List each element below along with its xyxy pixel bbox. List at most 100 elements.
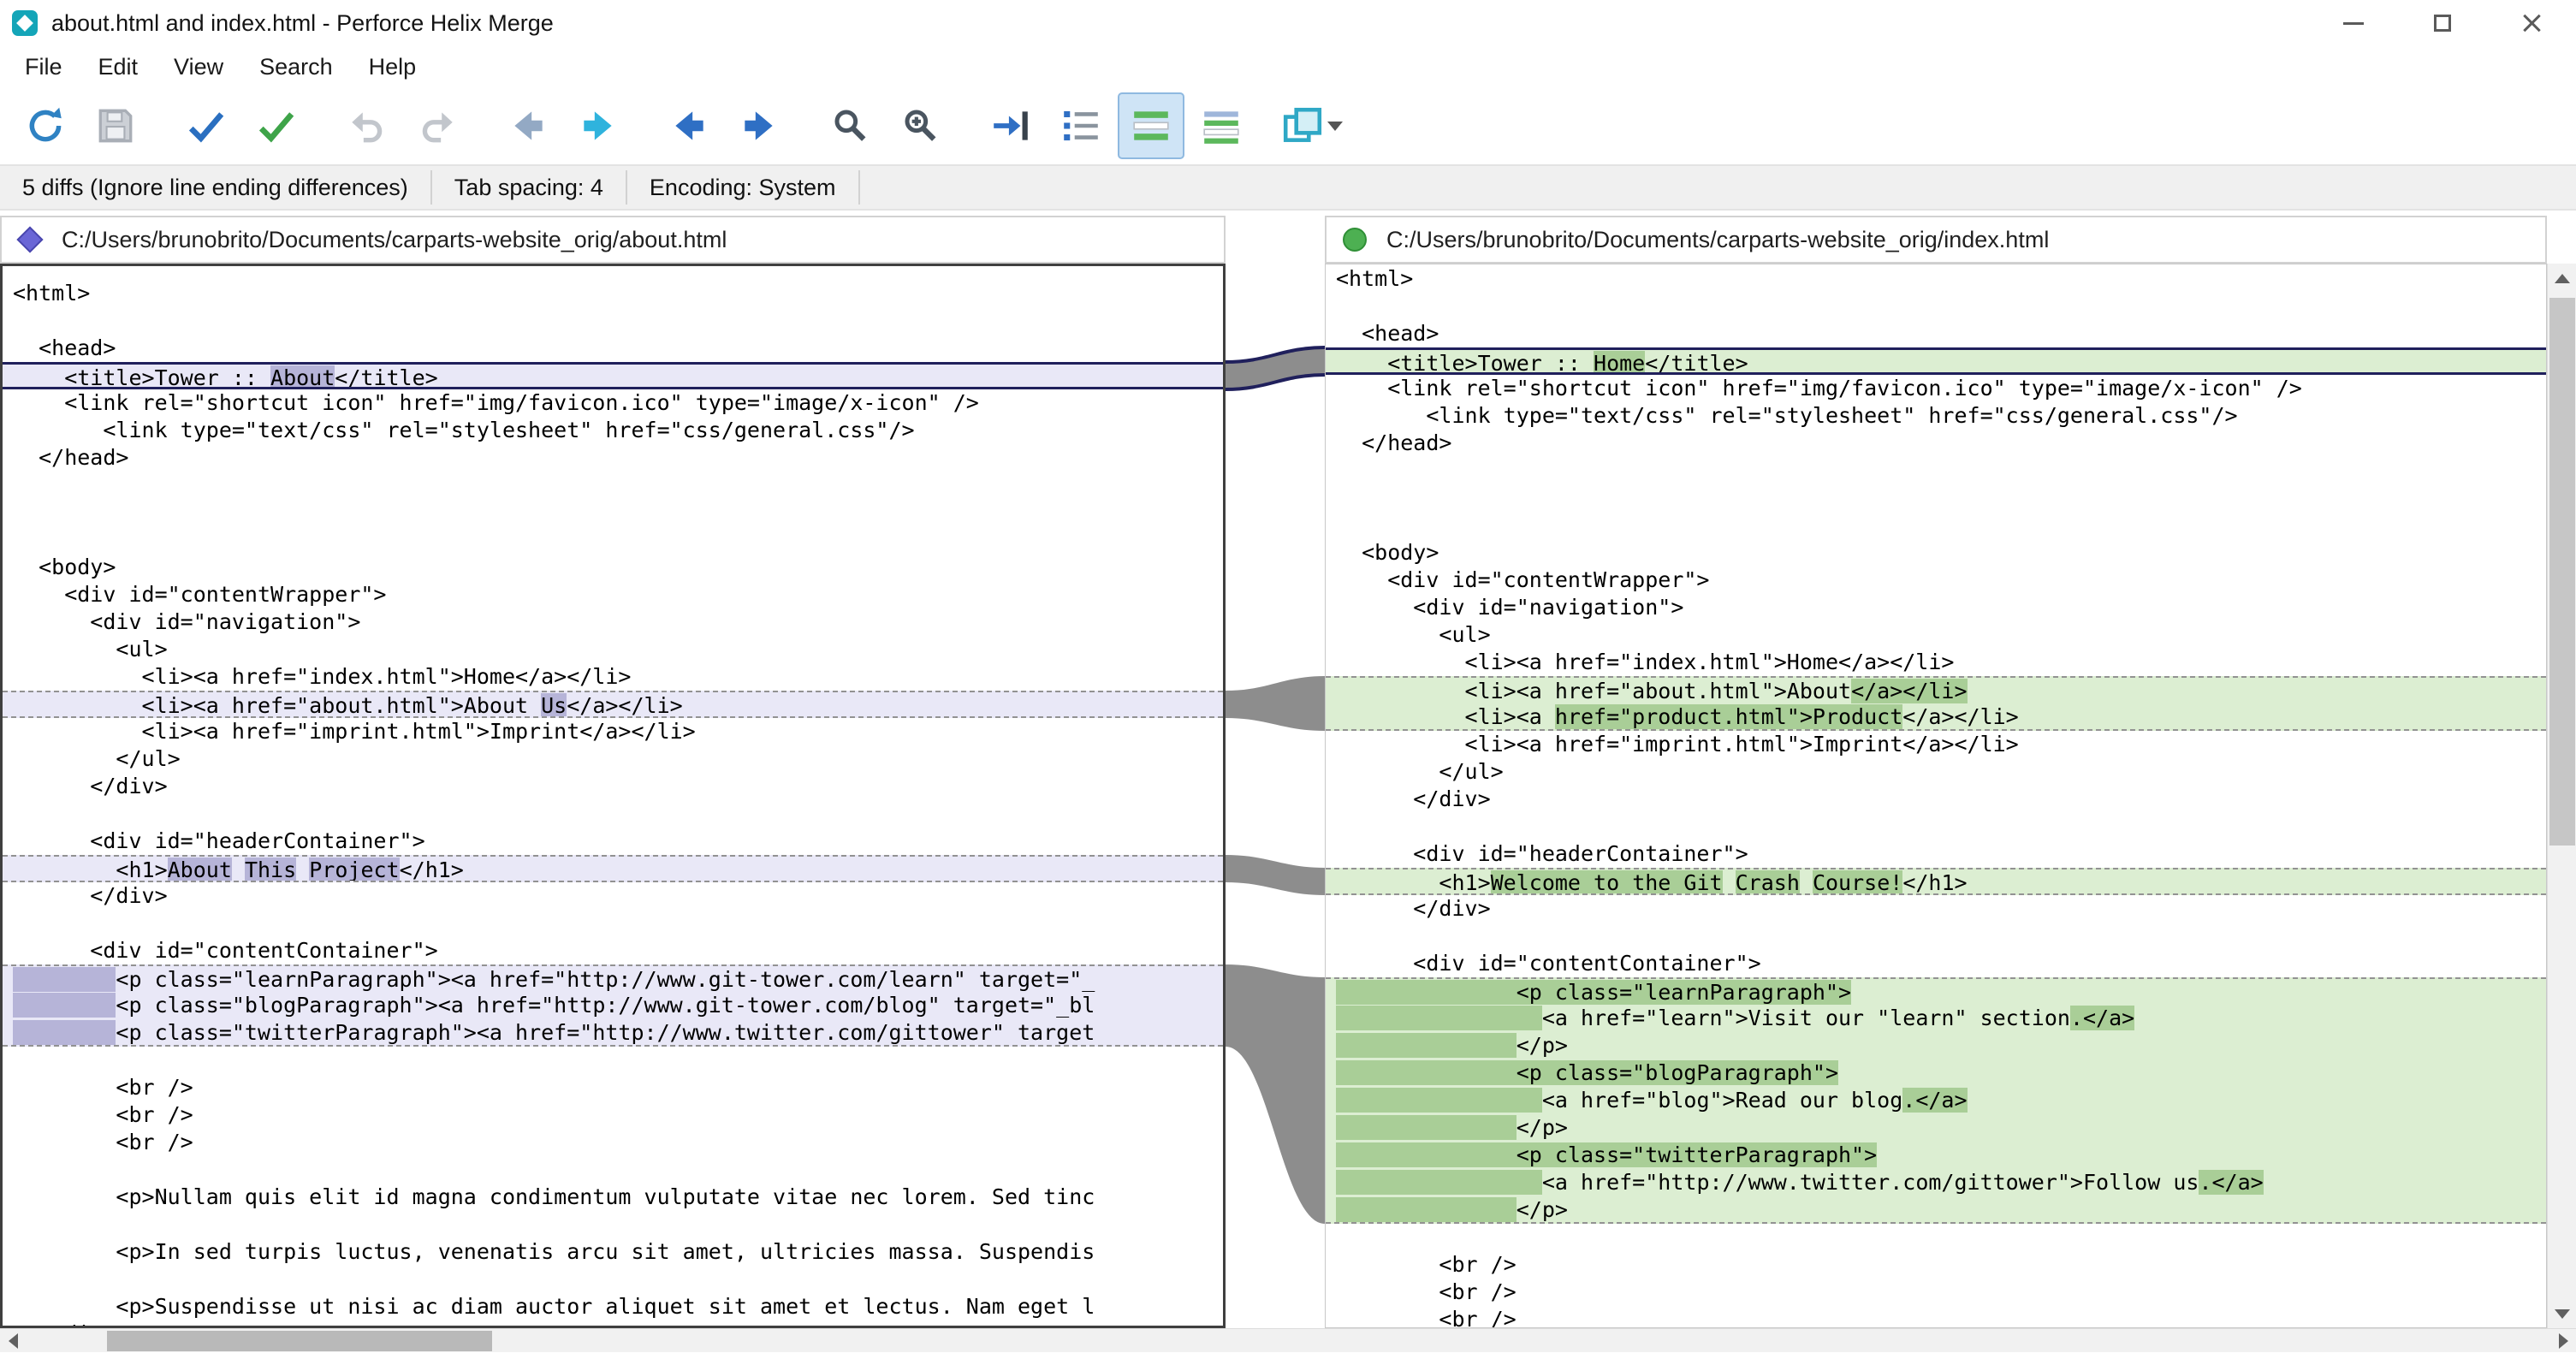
scroll-left-arrow[interactable] [0,1329,26,1353]
layout-button[interactable] [1279,92,1345,159]
code-line: <p class="blogParagraph"> [1326,1059,2546,1087]
save-button[interactable] [82,92,149,159]
refresh-icon [24,104,67,147]
code-line: <br /> [3,1129,1223,1156]
tab-spacing-status: Tab spacing: 4 [432,170,627,205]
diff-count-status: 5 diffs (Ignore line ending differences) [0,170,432,205]
code-line: <div id="navigation"> [3,608,1223,636]
code-line: <p>Nullam quis elit id magna condimentum… [3,1184,1223,1211]
code-line: <li><a href="about.html">About</a></li> [1326,676,2546,703]
code-line [3,1047,1223,1074]
code-line: <h1>Welcome to the Git Crash Course!</h1… [1326,868,2546,895]
code-line [1326,457,2546,484]
code-line [1326,1224,2546,1251]
code-line: <h1>About This Project</h1> [3,855,1223,882]
code-line [3,800,1223,828]
code-line: <body> [3,554,1223,581]
vertical-scroll-thumb[interactable] [2549,298,2575,846]
statusbar: 5 diffs (Ignore line ending differences)… [0,164,2576,211]
layout-dropdown-caret[interactable] [1327,122,1343,131]
scroll-down-arrow[interactable] [2548,1299,2576,1328]
code-line: <br /> [1326,1306,2546,1328]
goto-line-icon [989,104,1032,147]
code-line: </p> [1326,1114,2546,1142]
code-line: </p> [1326,1032,2546,1059]
menu-edit[interactable]: Edit [80,46,157,87]
code-line [3,1266,1223,1293]
code-line: </div> [3,882,1223,910]
up-arrow-icon [2555,274,2570,283]
code-line: <br /> [1326,1251,2546,1279]
find-button[interactable] [816,92,883,159]
code-line: <br /> [3,1074,1223,1101]
code-line: </ul> [1326,758,2546,786]
right-code-pane[interactable]: <html> <head> <title>Tower :: Home</titl… [1325,264,2547,1328]
code-line: <p>In sed turpis luctus, venenatis arcu … [3,1238,1223,1266]
arrow-left-icon [668,104,710,147]
prev-diff-button[interactable] [495,92,561,159]
right-file-marker-icon [1343,228,1367,252]
diff-connector-gutter [1226,264,1325,1328]
side-by-side-view-button[interactable] [1188,92,1255,159]
code-line: <p class="blogParagraph"><a href="http:/… [3,992,1223,1019]
app-icon [12,10,38,36]
prev-conflict-button[interactable] [656,92,722,159]
maximize-icon [2434,15,2451,32]
redo-icon [416,104,459,147]
code-line: <li><a href="about.html">About Us</a></l… [3,691,1223,718]
maximize-button[interactable] [2398,0,2487,46]
code-line: <html> [1326,265,2546,293]
window-controls [2309,0,2576,46]
code-line: <p class="learnParagraph"> [1326,977,2546,1005]
layout-icon [1281,104,1324,147]
titlebar: about.html and index.html - Perforce Hel… [0,0,2576,46]
menu-view[interactable]: View [156,46,241,87]
inline-diff-icon [1130,104,1172,147]
menu-help[interactable]: Help [351,46,435,87]
menu-search[interactable]: Search [241,46,351,87]
accept-left-button[interactable] [173,92,240,159]
code-line: <br /> [1326,1279,2546,1306]
code-line: <link rel="shortcut icon" href="img/favi… [3,389,1223,417]
code-line: </div> [3,1320,1223,1328]
next-diff-button[interactable] [565,92,632,159]
code-line [3,1211,1223,1238]
line-numbers-toggle[interactable] [1048,92,1114,159]
refresh-button[interactable] [12,92,79,159]
code-line [3,307,1223,335]
right-arrow-icon [2559,1333,2568,1349]
split-diff-icon [1200,104,1243,147]
redo-button[interactable] [404,92,471,159]
code-line: </head> [3,444,1223,472]
line-numbers-icon [1059,104,1102,147]
code-line [1326,293,2546,320]
minimize-button[interactable] [2309,0,2398,46]
code-line: <a href="http://www.twitter.com/gittower… [1326,1169,2546,1196]
horizontal-scroll-thumb[interactable] [107,1331,492,1351]
encoding-status: Encoding: System [627,170,860,205]
close-button[interactable] [2487,0,2576,46]
menu-file[interactable]: File [7,46,80,87]
code-line: <div id="contentContainer"> [3,937,1223,964]
code-line [3,1156,1223,1184]
find-options-button[interactable] [887,92,953,159]
scroll-right-arrow[interactable] [2550,1329,2576,1353]
horizontal-scrollbar[interactable] [0,1328,2576,1352]
left-arrow-icon [9,1333,18,1349]
inline-diff-view-button[interactable] [1118,92,1184,159]
code-line: <title>Tower :: Home</title> [1326,347,2546,375]
vertical-scrollbar[interactable] [2547,264,2576,1328]
code-line: </div> [3,773,1223,800]
left-code-pane[interactable]: <html> <head> <title>Tower :: About</tit… [0,264,1226,1328]
accept-right-button[interactable] [243,92,310,159]
undo-icon [346,104,389,147]
magnifier-icon [828,104,871,147]
code-line: </div> [1326,786,2546,813]
goto-line-button[interactable] [977,92,1044,159]
minimize-icon [2343,22,2364,25]
diff-connector-nav [1226,676,1325,731]
next-conflict-button[interactable] [726,92,792,159]
code-line [1326,813,2546,840]
undo-button[interactable] [334,92,401,159]
scroll-up-arrow[interactable] [2548,264,2576,293]
